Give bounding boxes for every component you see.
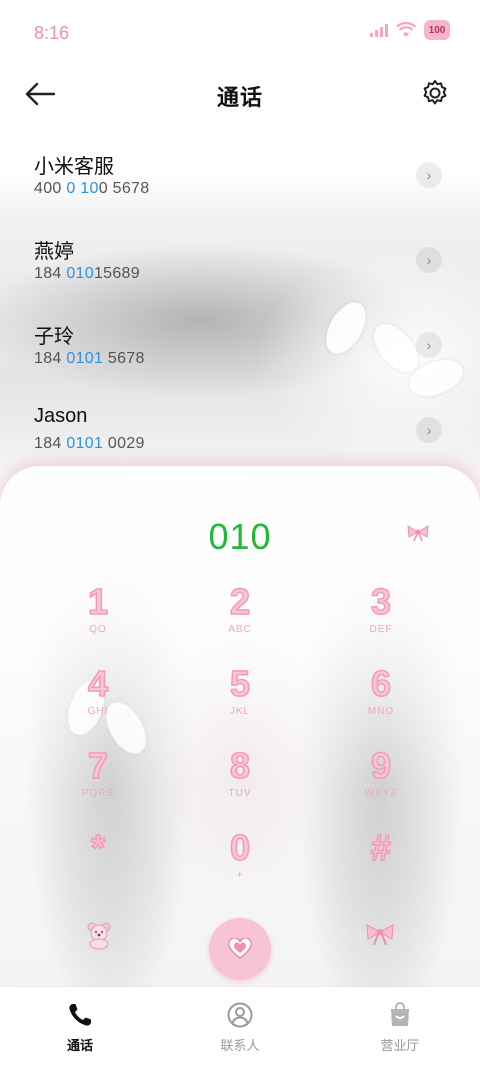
number-suffix: 0 5678 [98, 180, 150, 197]
key-letters: DEF [369, 624, 393, 635]
key-letters: , [96, 870, 100, 881]
chevron-right-icon[interactable]: › [416, 247, 442, 273]
contact-number: 184 0101 0029 [34, 435, 145, 453]
dial-key-8[interactable]: 8 TUV [185, 745, 295, 816]
contact-name: Jason [34, 405, 88, 427]
key-digit: 2 [229, 581, 251, 623]
contact-number: 400 0 100 5678 [34, 180, 149, 198]
contacts-icon [227, 1002, 253, 1028]
number-prefix: 184 [34, 350, 67, 367]
store-bag-icon [391, 1002, 409, 1026]
chevron-right-icon[interactable]: › [416, 332, 442, 358]
key-letters: ABC [228, 624, 252, 635]
dial-key-7[interactable]: 7 PQRS [43, 745, 153, 816]
dial-key-5[interactable]: 5 JKL [185, 663, 295, 734]
key-digit: 8 [229, 745, 251, 787]
key-digit: 4 [87, 663, 109, 705]
dial-key-star[interactable]: * , [43, 827, 153, 898]
status-bar: 8:16 100 [0, 0, 480, 68]
dial-key-0[interactable]: 0 + [185, 827, 295, 898]
nav-tab-calls[interactable]: 通话 [0, 987, 160, 1067]
dialer-panel: 010 1 QO 2 ABC 3 DEF 4 GHI 5 JKL 6 MNO 7… [0, 466, 480, 986]
nav-label: 联系人 [220, 1038, 260, 1053]
list-item[interactable]: 子玲 184 0101 5678 › [0, 310, 480, 395]
number-prefix: 184 [34, 435, 67, 452]
key-letters: + [236, 870, 244, 881]
key-digit: 9 [370, 745, 392, 787]
nav-label: 营业厅 [380, 1038, 420, 1053]
bear-icon[interactable] [84, 920, 114, 950]
key-digit: 5 [229, 663, 251, 705]
number-match: 010 [66, 265, 94, 282]
call-button[interactable] [209, 918, 271, 980]
wifi-icon [396, 22, 416, 37]
nav-label: 通话 [66, 1038, 93, 1053]
bow-icon[interactable] [364, 922, 396, 946]
battery-badge: 100 [424, 20, 450, 40]
number-suffix: 5678 [103, 350, 145, 367]
key-letters: GHI [87, 706, 109, 717]
key-digit: 7 [87, 745, 109, 787]
contact-name: 燕婷 [34, 241, 74, 263]
dial-key-3[interactable]: 3 DEF [326, 581, 436, 652]
contact-number: 184 0101 5678 [34, 350, 145, 368]
nav-tab-contacts[interactable]: 联系人 [160, 987, 320, 1067]
key-digit: 6 [370, 663, 392, 705]
key-letters: JKL [229, 706, 251, 717]
key-digit: 0 [229, 827, 251, 869]
dial-key-2[interactable]: 2 ABC [185, 581, 295, 652]
number-match: 0101 [66, 435, 104, 452]
number-suffix: 0029 [103, 435, 145, 452]
bottom-nav: 通话 联系人 营业厅 [0, 987, 480, 1067]
list-item[interactable]: 燕婷 184 01015689 › [0, 225, 480, 310]
list-item[interactable]: 小米客服 400 0 100 5678 › [0, 140, 480, 225]
contact-name: 小米客服 [34, 156, 114, 178]
dial-key-6[interactable]: 6 MNO [326, 663, 436, 734]
key-digit: 1 [87, 581, 109, 623]
bow-icon[interactable] [406, 524, 430, 542]
chevron-right-icon[interactable]: › [416, 162, 442, 188]
dial-key-4[interactable]: 4 GHI [43, 663, 153, 734]
number-prefix: 184 [34, 265, 67, 282]
contact-name: 子玲 [34, 326, 74, 348]
status-icons: 100 [370, 20, 450, 40]
contact-number: 184 01015689 [34, 265, 140, 283]
number-match: 0 10 [66, 180, 99, 197]
search-results-list: 小米客服 400 0 100 5678 › 燕婷 184 01015689 › … [0, 140, 480, 480]
page-title: 通话 [216, 85, 263, 110]
nav-tab-store[interactable]: 营业厅 [320, 987, 480, 1067]
header: 通话 [0, 68, 480, 122]
key-digit: 3 [370, 581, 392, 623]
number-prefix: 400 [34, 180, 67, 197]
number-suffix: 15689 [93, 265, 140, 282]
key-letters: WXYZ [364, 788, 398, 799]
key-digit: * [90, 827, 106, 869]
signal-icon [370, 23, 388, 37]
heart-icon [228, 938, 252, 959]
number-match: 0101 [66, 350, 104, 367]
key-letters: TUV [228, 788, 252, 799]
dial-key-hash[interactable]: # [326, 827, 436, 898]
dial-key-9[interactable]: 9 WXYZ [326, 745, 436, 816]
key-digit: # [370, 827, 392, 869]
key-letters: QO [89, 624, 107, 635]
key-letters: PQRS [81, 788, 115, 799]
phone-icon [69, 1004, 91, 1026]
status-time: 8:16 [34, 23, 70, 43]
dial-key-1[interactable]: 1 QO [43, 581, 153, 652]
key-letters: MNO [367, 706, 395, 717]
gear-icon[interactable] [420, 78, 450, 108]
chevron-right-icon[interactable]: › [416, 417, 442, 443]
